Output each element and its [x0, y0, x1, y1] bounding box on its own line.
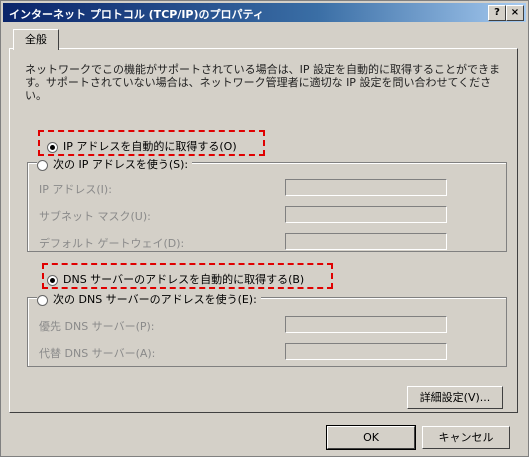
tab-general[interactable]: 全般 [13, 29, 59, 50]
radio-unselected-icon [37, 294, 48, 306]
dns-manual-radio[interactable]: 次の DNS サーバーのアドレスを使う(E): [37, 291, 261, 307]
radio-unselected-icon [37, 159, 48, 171]
alternate-dns-input[interactable] [285, 343, 447, 360]
ip-manual-radio[interactable]: 次の IP アドレスを使う(S): [37, 156, 193, 172]
preferred-dns-label: 優先 DNS サーバー(P): [39, 320, 155, 333]
default-gateway-input[interactable] [285, 233, 447, 250]
ok-button[interactable]: OK [326, 425, 416, 450]
subnet-mask-input[interactable] [285, 206, 447, 223]
ip-address-label: IP アドレス(I): [39, 183, 112, 196]
dns-manual-label: 次の DNS サーバーのアドレスを使う(E): [53, 293, 257, 306]
preferred-dns-input[interactable] [285, 316, 447, 333]
tcpip-properties-dialog: インターネット プロトコル (TCP/IP)のプロパティ ? × 全般 ネットワ… [0, 0, 529, 457]
alternate-dns-label: 代替 DNS サーバー(A): [39, 347, 156, 360]
ip-auto-highlight [38, 130, 265, 156]
ip-address-input[interactable] [285, 179, 447, 196]
dns-auto-highlight [42, 263, 333, 289]
ip-manual-label: 次の IP アドレスを使う(S): [53, 158, 189, 171]
default-gateway-label: デフォルト ゲートウェイ(D): [39, 237, 185, 250]
title-bar: インターネット プロトコル (TCP/IP)のプロパティ ? × [3, 3, 526, 22]
description-text: ネットワークでこの機能がサポートされている場合は、IP 設定を自動的に取得するこ… [25, 63, 501, 102]
close-button[interactable]: × [506, 5, 524, 21]
advanced-button[interactable]: 詳細設定(V)... [407, 386, 503, 409]
cancel-button[interactable]: キャンセル [422, 426, 510, 449]
help-button[interactable]: ? [488, 5, 506, 21]
subnet-mask-label: サブネット マスク(U): [39, 210, 151, 223]
window-title: インターネット プロトコル (TCP/IP)のプロパティ [9, 8, 264, 21]
